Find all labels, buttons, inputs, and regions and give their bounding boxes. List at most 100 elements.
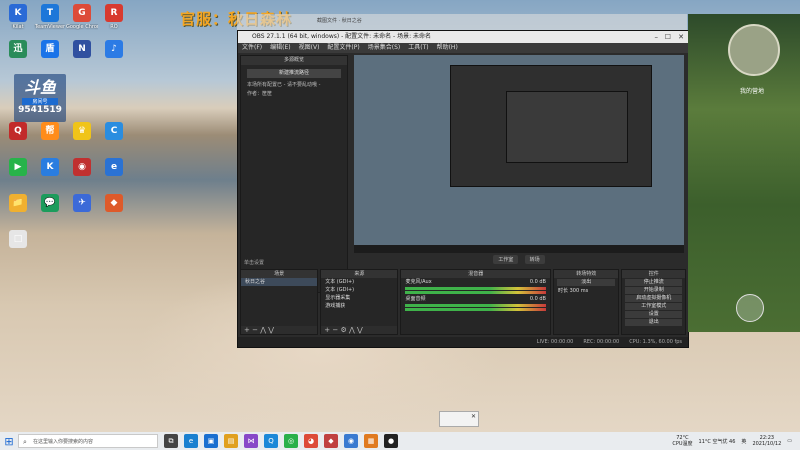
menu-item[interactable]: 配置文件(P) [327, 43, 359, 53]
remove-icon[interactable]: − [252, 326, 258, 334]
up-icon[interactable]: ⋀ [349, 326, 355, 334]
new-stream-path-button[interactable]: 新建推流路径 [247, 69, 341, 78]
desktop-icon[interactable]: ▶ [2, 158, 34, 178]
mixer-channel-name: 麦克风/Aux 0.0 dB [405, 279, 546, 285]
taskbar-app-store[interactable]: ▣ [204, 434, 218, 448]
clock[interactable]: 22:23 2021/10/12 [752, 435, 781, 447]
volume-meter [405, 308, 546, 311]
desktop-icon[interactable]: N [66, 40, 98, 60]
start-recording-button[interactable]: 开始录制 [625, 287, 682, 294]
menu-item[interactable]: 文件(F) [242, 43, 262, 53]
up-icon[interactable]: ⋀ [260, 326, 266, 334]
desktop-icon[interactable]: ✈ [66, 194, 98, 214]
down-icon[interactable]: ⋁ [268, 326, 274, 334]
taskbar-app-task-view[interactable]: ⧉ [164, 434, 178, 448]
app-icon: G [73, 4, 91, 22]
taskbar-app-app[interactable]: ◉ [344, 434, 358, 448]
desktop-icon[interactable]: 💬 [34, 194, 66, 214]
obs-titlebar[interactable]: OBS 27.1.1 (64 bit, windows) - 配置文件: 未命名… [238, 31, 688, 43]
app-icon: e [105, 158, 123, 176]
desktop-icon[interactable]: G Google Chrome [66, 4, 98, 30]
close-icon[interactable]: ✕ [678, 31, 684, 43]
menu-item[interactable]: 帮助(H) [437, 43, 458, 53]
desktop-icon[interactable]: ♛ [66, 122, 98, 142]
weather-widget[interactable]: 11°C 空气优 46 [699, 438, 736, 445]
app-icon: Q [9, 122, 27, 140]
input-method-indicator[interactable]: 英 [741, 438, 746, 445]
taskbar-search-input[interactable]: ⌕ 在这里输入你要搜索的内容 [18, 434, 158, 448]
desktop-icon[interactable]: e [98, 158, 130, 178]
desktop-icon[interactable]: ◆ [98, 194, 130, 214]
desktop-icon[interactable]: □ [2, 230, 34, 250]
source-item[interactable]: 游戏捕获 [321, 302, 397, 310]
cpu-status: CPU: 1.3%, 60.00 fps [629, 339, 682, 345]
controls-header: 控件 [622, 270, 685, 278]
add-icon[interactable]: + [244, 326, 250, 334]
scenes-header: 场景 [241, 270, 318, 278]
multiview-header: 多源概览 [241, 56, 347, 65]
taskbar-app-explorer[interactable]: ▤ [224, 434, 238, 448]
transition-button[interactable]: 转场 [524, 255, 545, 264]
taskbar-app-file[interactable]: ▦ [364, 434, 378, 448]
desktop-icon-label: Google Chrome [66, 24, 98, 30]
desktop-icon-label: Kilat [12, 24, 24, 30]
transition-select[interactable]: 淡出 [556, 279, 616, 286]
joystick-icon[interactable] [736, 294, 764, 322]
desktop-icon[interactable]: K [34, 158, 66, 178]
studio-mode-button[interactable]: 工作室 [493, 255, 519, 264]
down-icon[interactable]: ⋁ [357, 326, 363, 334]
app-icon: □ [9, 230, 27, 248]
desktop-icon[interactable]: 迅 [2, 40, 34, 60]
menu-item[interactable]: 视图(V) [299, 43, 320, 53]
app-icon: K [41, 158, 59, 176]
mixer-header: 混音器 [401, 270, 550, 278]
taskbar-app-edge[interactable]: e [184, 434, 198, 448]
settings-button[interactable]: 设置 [625, 311, 682, 318]
floating-mini-window[interactable]: ✕ [439, 411, 479, 427]
exit-button[interactable]: 退出 [625, 319, 682, 326]
source-item[interactable]: 显示器采集 [321, 294, 397, 302]
notification-icon[interactable]: ▭ [787, 438, 792, 444]
taskbar-app-vs[interactable]: ⋈ [244, 434, 258, 448]
stop-streaming-button[interactable]: 停止推流 [625, 279, 682, 286]
game-window[interactable]: 我的营地 [688, 14, 800, 332]
obs-window: OBS 27.1.1 (64 bit, windows) - 配置文件: 未命名… [237, 30, 689, 348]
cpu-temp-widget[interactable]: 72°C CPU温度 [672, 435, 692, 447]
desktop-icon[interactable]: T TeamViewer [34, 4, 66, 30]
duration-input[interactable]: 300 ms [570, 288, 589, 294]
windows-start-icon[interactable]: ⊞ [0, 432, 18, 450]
taskbar-app-chrome[interactable]: ◕ [304, 434, 318, 448]
taskbar-app-obs[interactable]: ● [384, 434, 398, 448]
gear-icon[interactable]: ⚙ [340, 326, 346, 334]
desktop-icon[interactable]: ◉ [66, 158, 98, 178]
minimize-icon[interactable]: – [655, 31, 659, 43]
menu-item[interactable]: 工具(T) [408, 43, 428, 53]
menu-item[interactable]: 编辑(E) [270, 43, 290, 53]
obs-menubar: 文件(F) 编辑(E) 视图(V) 配置文件(P) 场景集合(S) 工具(T) 帮助(H) [238, 43, 688, 53]
close-icon[interactable]: ✕ [471, 413, 476, 420]
app-icon: ▶ [9, 158, 27, 176]
desktop-icon[interactable]: Q [2, 122, 34, 142]
taskbar-app-qq[interactable]: Q [264, 434, 278, 448]
studio-mode-toggle-button[interactable]: 工作室模式 [625, 303, 682, 310]
add-icon[interactable]: + [324, 326, 330, 334]
desktop-icon[interactable]: 帮 [34, 122, 66, 142]
desktop-icon[interactable]: K Kilat [2, 4, 34, 30]
stream-preview[interactable] [354, 55, 684, 253]
desktop-icon[interactable]: 盾 [34, 40, 66, 60]
scene-item[interactable]: 秋日之谷 [241, 278, 318, 286]
desktop-icon[interactable]: R RO [98, 4, 130, 30]
remove-icon[interactable]: − [332, 326, 338, 334]
source-item[interactable]: 文本 (GDI+) [321, 278, 397, 286]
maximize-icon[interactable]: ☐ [665, 31, 671, 43]
desktop-icon[interactable]: 📁 [2, 194, 34, 214]
source-item[interactable]: 文本 (GDI+) [321, 286, 397, 294]
app-icon: 📁 [9, 194, 27, 212]
desktop-icon[interactable]: C [98, 122, 130, 142]
desktop-icon[interactable]: ♪ [98, 40, 130, 60]
menu-item[interactable]: 场景集合(S) [368, 43, 401, 53]
minimap[interactable] [728, 24, 780, 76]
virtual-camera-button[interactable]: 启动虚拟摄像机 [625, 295, 682, 302]
taskbar-app-wechat[interactable]: ◎ [284, 434, 298, 448]
taskbar-app-game[interactable]: ◆ [324, 434, 338, 448]
